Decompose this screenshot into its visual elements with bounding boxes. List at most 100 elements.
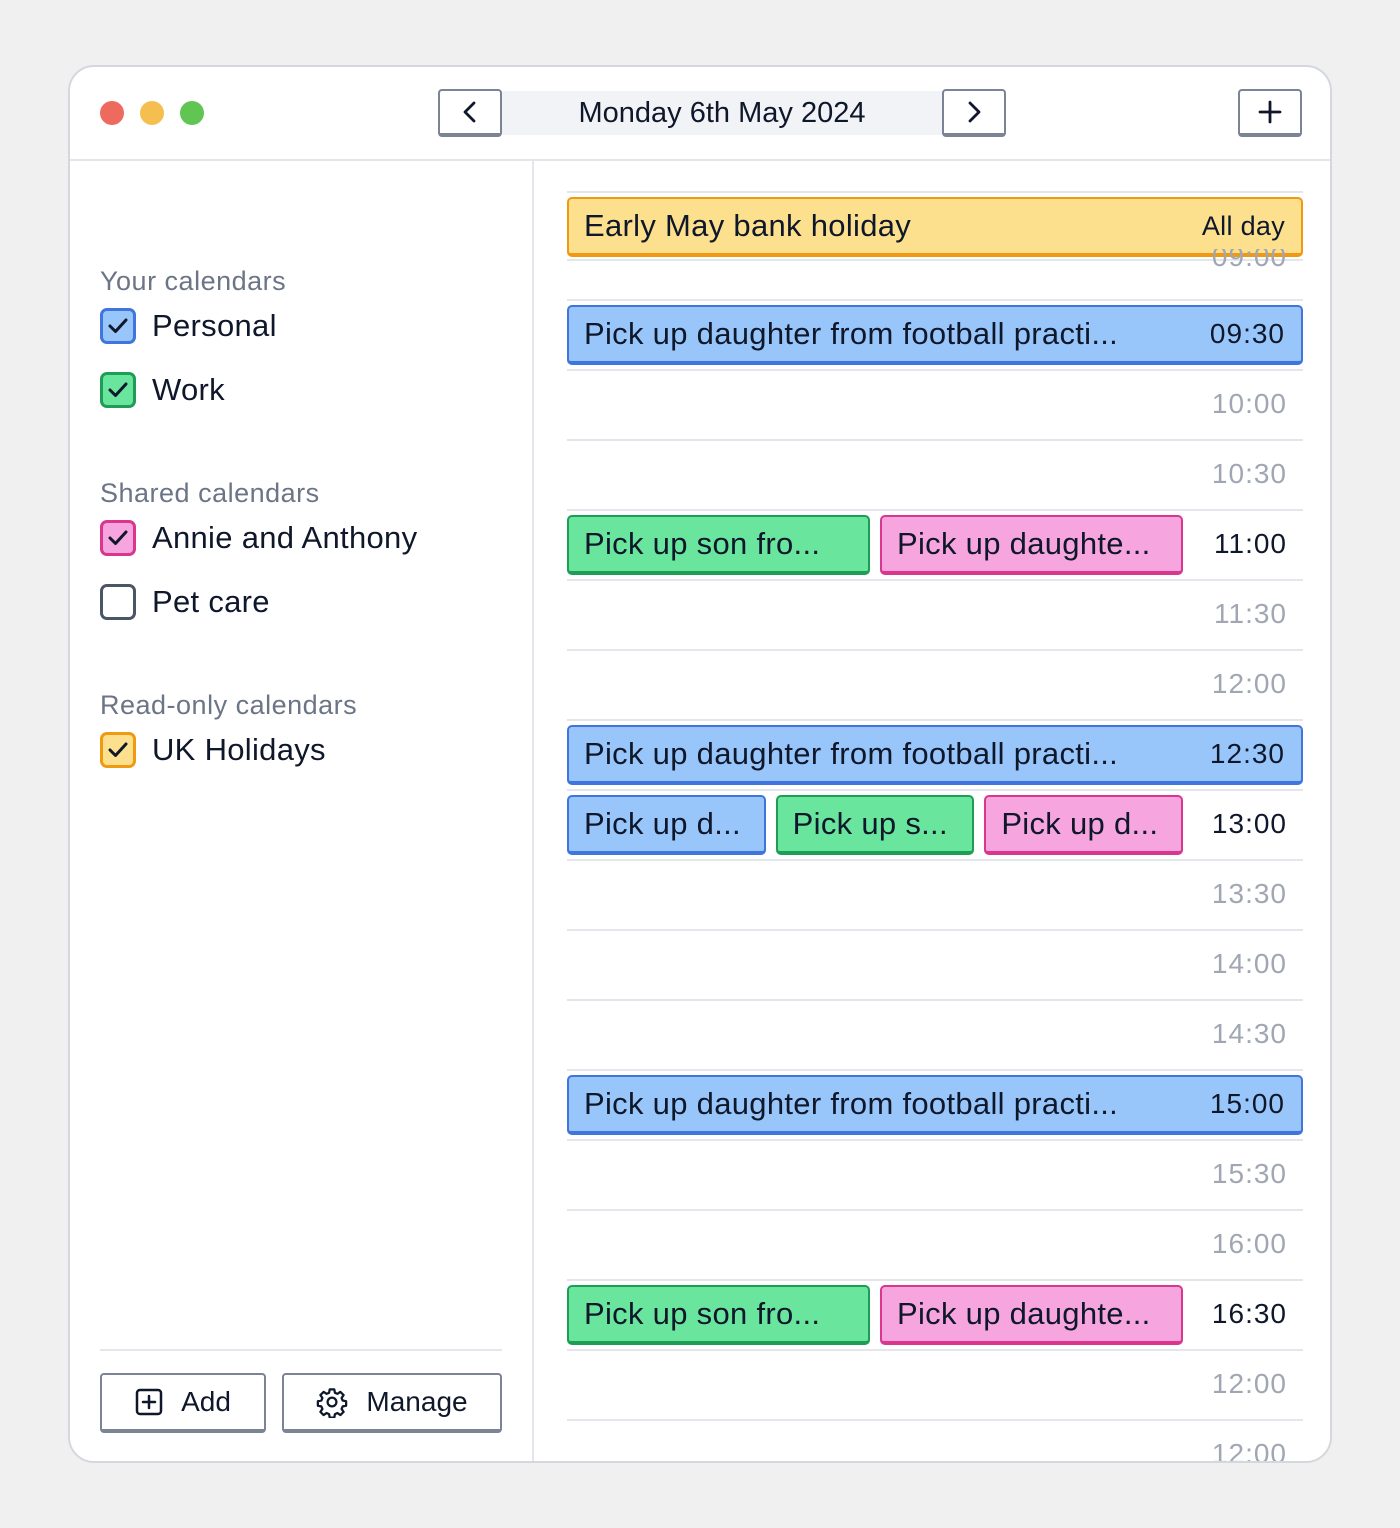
slot-divider: [567, 1139, 1303, 1141]
check-icon: [107, 529, 129, 547]
calendar-item-work[interactable]: Work: [100, 370, 225, 410]
event[interactable]: Pick up son fro...: [567, 1285, 870, 1345]
slot-divider: [567, 1209, 1303, 1211]
section-title: Read-only calendars: [100, 690, 358, 720]
event[interactable]: Pick up daughte...: [880, 1285, 1183, 1345]
chevron-right-icon: [966, 101, 982, 123]
chevron-left-icon: [462, 101, 478, 123]
event[interactable]: Pick up daughter from football practi...…: [567, 725, 1303, 785]
add-calendar-button[interactable]: Add: [100, 1373, 266, 1433]
slot-divider: [567, 259, 1303, 261]
manage-calendars-label: Manage: [366, 1386, 468, 1417]
sidebar-divider: [100, 1349, 502, 1351]
calendar-label: UK Holidays: [152, 732, 326, 767]
event[interactable]: Pick up d...: [984, 795, 1183, 855]
day-view[interactable]: Early May bank holiday All day 09:00 Pick u…: [536, 161, 1330, 1463]
event[interactable]: Pick up daughter from football practi...…: [567, 1075, 1303, 1135]
event-title: Pick up son fro...: [584, 1296, 821, 1331]
calendar-label: Work: [152, 372, 225, 407]
calendar-item-personal[interactable]: Personal: [100, 306, 277, 346]
previous-day-button[interactable]: [438, 89, 502, 137]
time-label: 13:00: [1211, 808, 1287, 839]
time-label: 14:30: [1211, 1018, 1287, 1049]
next-day-button[interactable]: [942, 89, 1006, 137]
calendar-label: Annie and Anthony: [152, 520, 418, 555]
title-bar: Monday 6th May 2024: [70, 67, 1330, 161]
current-date: Monday 6th May 2024: [502, 91, 942, 135]
time-label: 12:00: [1211, 668, 1287, 699]
time-label: 10:00: [1211, 388, 1287, 419]
slot-divider: [567, 1419, 1303, 1421]
section-title: Your calendars: [100, 266, 287, 296]
calendar-item-annie-and-anthony[interactable]: Annie and Anthony: [100, 518, 417, 558]
slot-divider: [567, 719, 1303, 721]
event-title: Pick up daughte...: [897, 526, 1151, 561]
event[interactable]: Pick up daughter from football practi...…: [567, 305, 1303, 365]
event[interactable]: Pick up s...: [775, 795, 975, 855]
time-label: 13:30: [1211, 878, 1287, 909]
time-label: 16:00: [1211, 1228, 1287, 1259]
event-title: Pick up son fro...: [584, 526, 821, 561]
time-label: 11:30: [1214, 598, 1287, 629]
close-window-button[interactable]: [100, 101, 124, 125]
time-label: 14:00: [1211, 948, 1287, 979]
event[interactable]: Pick up d...: [567, 795, 766, 855]
calendar-checkbox[interactable]: [100, 308, 136, 344]
new-event-button[interactable]: [1238, 89, 1302, 137]
check-icon: [107, 381, 129, 399]
slot-divider: [567, 1349, 1303, 1351]
calendar-checkbox[interactable]: [100, 520, 136, 556]
time-label: 11:00: [1214, 528, 1287, 559]
calendar-item-pet-care[interactable]: Pet care: [100, 582, 270, 622]
calendar-window: Monday 6th May 2024 Your calendars Person…: [68, 65, 1332, 1463]
slot-divider: [567, 579, 1303, 581]
timeline: Early May bank holiday All day 09:00 Pick u…: [567, 161, 1303, 1463]
event-title: Early May bank holiday: [584, 208, 912, 243]
all-day-event[interactable]: Early May bank holiday All day: [567, 197, 1303, 257]
calendar-checkbox[interactable]: [100, 372, 136, 408]
calendar-item-uk-holidays[interactable]: UK Holidays: [100, 730, 326, 770]
gear-icon: [316, 1386, 348, 1418]
time-label: 10:30: [1211, 458, 1287, 489]
plus-icon: [1258, 100, 1282, 124]
calendar-label: Pet care: [152, 584, 270, 619]
slot-divider: [567, 191, 1303, 193]
maximize-window-button[interactable]: [180, 101, 204, 125]
time-label: 15:30: [1211, 1158, 1287, 1189]
slot-divider: [567, 859, 1303, 861]
section-title: Shared calendars: [100, 478, 320, 508]
event-title: Pick up d...: [584, 806, 741, 841]
slot-divider: [567, 439, 1303, 441]
slot-divider: [567, 509, 1303, 511]
slot-divider: [567, 299, 1303, 301]
sidebar: Your calendars Personal Work Shared calenda…: [70, 161, 534, 1461]
check-icon: [107, 317, 129, 335]
calendar-checkbox[interactable]: [100, 732, 136, 768]
check-icon: [107, 741, 129, 759]
all-day-tag: All day: [1201, 210, 1285, 241]
event-time: 12:30: [1209, 738, 1285, 769]
time-label: 16:30: [1211, 1298, 1287, 1329]
slot-divider: [567, 929, 1303, 931]
manage-calendars-button[interactable]: Manage: [282, 1373, 502, 1433]
calendar-checkbox[interactable]: [100, 584, 136, 620]
time-label: 12:00: [1211, 1438, 1287, 1463]
add-calendar-label: Add: [181, 1386, 231, 1417]
slot-divider: [567, 789, 1303, 791]
slot-divider: [567, 369, 1303, 371]
event[interactable]: Pick up son fro...: [567, 515, 870, 575]
slot-divider: [567, 1279, 1303, 1281]
event-title: Pick up daughter from football practi...: [584, 316, 1119, 351]
event-title: Pick up s...: [792, 806, 948, 841]
slot-divider: [567, 1069, 1303, 1071]
date-navigator: Monday 6th May 2024: [438, 89, 1006, 137]
event[interactable]: Pick up daughte...: [880, 515, 1183, 575]
minimize-window-button[interactable]: [140, 101, 164, 125]
event-title: Pick up d...: [1001, 806, 1159, 841]
event-title: Pick up daughte...: [897, 1296, 1151, 1331]
slot-divider: [567, 999, 1303, 1001]
time-label: 12:00: [1211, 1368, 1287, 1399]
calendar-label: Personal: [152, 308, 277, 343]
event-time: 09:30: [1209, 318, 1285, 349]
slot-divider: [567, 649, 1303, 651]
